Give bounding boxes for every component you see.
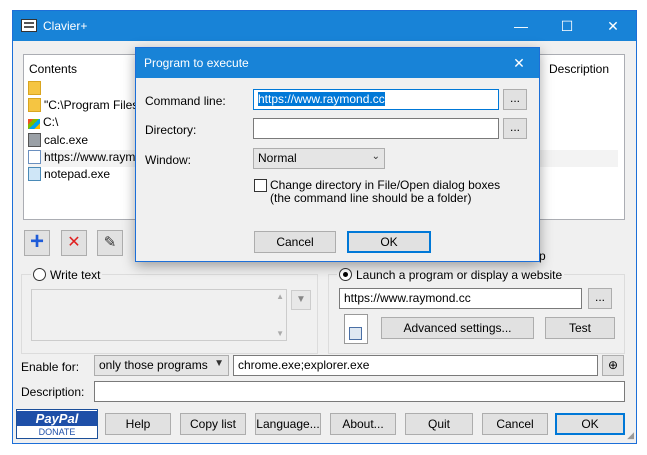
window-label: Window:: [145, 153, 192, 167]
change-directory-checkbox[interactable]: [254, 179, 267, 192]
paypal-donate-button[interactable]: PayPal DONATE: [16, 409, 98, 439]
column-header-contents[interactable]: Contents: [29, 62, 77, 76]
resize-grip-icon[interactable]: ◢: [627, 430, 634, 441]
scroll-down-icon: ▼: [276, 329, 284, 338]
column-header-description[interactable]: Description: [549, 62, 609, 76]
add-shortcut-button[interactable]: +: [24, 230, 50, 256]
change-directory-hint: (the command line should be a folder): [270, 191, 472, 205]
list-item[interactable]: C:\: [28, 115, 58, 132]
command-line-value: https://www.raymond.cc: [258, 92, 385, 106]
change-directory-label: Change directory in File/Open dialog box…: [270, 178, 501, 192]
launch-browse-button[interactable]: ...: [588, 288, 612, 309]
write-text-field: ▲ ▼: [31, 289, 287, 341]
donate-label: DONATE: [38, 427, 76, 437]
list-item[interactable]: calc.exe: [28, 133, 88, 150]
write-text-radio[interactable]: Write text: [31, 268, 103, 282]
ok-button[interactable]: OK: [555, 413, 625, 435]
quit-button[interactable]: Quit: [405, 413, 473, 435]
calculator-icon: [28, 133, 41, 147]
edit-shortcut-button[interactable]: ✎: [97, 230, 123, 256]
directory-input[interactable]: [253, 118, 499, 139]
list-item[interactable]: "C:\Program Files": [28, 98, 143, 115]
program-dialog: Program to execute ✕ Command line: https…: [135, 47, 540, 262]
window-mode-select[interactable]: Normal ⌄: [253, 148, 385, 169]
chevron-down-icon: ⌄: [371, 151, 380, 162]
language-button[interactable]: Language...: [255, 413, 321, 435]
dialog-title: Program to execute: [144, 56, 249, 70]
document-icon: [28, 150, 41, 164]
list-item[interactable]: [28, 81, 44, 98]
keyboard-icon: [21, 19, 37, 32]
crosshair-icon: ⊕: [607, 358, 619, 372]
delete-shortcut-button[interactable]: ✕: [61, 230, 87, 256]
close-button[interactable]: ✕: [590, 11, 636, 41]
truncated-label: p: [539, 249, 546, 263]
dialog-close-button[interactable]: ✕: [499, 48, 539, 78]
target-picker-button[interactable]: ⊕: [602, 355, 624, 376]
directory-label: Directory:: [145, 123, 197, 137]
cancel-button[interactable]: Cancel: [482, 413, 548, 435]
radio-on-icon: [339, 268, 352, 281]
scroll-up-icon: ▲: [276, 292, 284, 301]
paypal-logo: PayPal: [17, 411, 97, 426]
directory-browse-button[interactable]: ...: [503, 118, 527, 139]
program-shortcut-icon: [344, 314, 368, 344]
launch-group: [328, 274, 625, 354]
dialog-ok-button[interactable]: OK: [347, 231, 431, 253]
radio-off-icon: [33, 268, 46, 281]
description-label: Description:: [21, 385, 85, 399]
enable-for-programs-input[interactable]: chrome.exe;explorer.exe: [233, 355, 598, 376]
enable-for-mode-select[interactable]: only those programs ▼: [94, 355, 229, 376]
enable-for-label: Enable for:: [21, 360, 80, 374]
folder-icon: [28, 98, 41, 112]
main-titlebar[interactable]: Clavier+ — ☐ ✕: [13, 11, 636, 41]
dialog-cancel-button[interactable]: Cancel: [254, 231, 336, 253]
write-text-menu-button: ▼: [291, 290, 311, 310]
test-button[interactable]: Test: [545, 317, 615, 339]
copy-list-button[interactable]: Copy list: [180, 413, 246, 435]
command-line-label: Command line:: [145, 94, 226, 108]
command-line-input[interactable]: https://www.raymond.cc: [253, 89, 499, 110]
window-title: Clavier+: [43, 19, 88, 33]
list-item[interactable]: notepad.exe: [28, 167, 110, 184]
chevron-down-icon: ▼: [214, 358, 224, 369]
description-input[interactable]: [94, 381, 625, 402]
maximize-button[interactable]: ☐: [544, 11, 590, 41]
folder-icon: [28, 81, 41, 95]
minimize-button[interactable]: —: [498, 11, 544, 41]
help-button[interactable]: Help: [105, 413, 171, 435]
launch-radio[interactable]: Launch a program or display a website: [337, 268, 565, 282]
drive-icon: [28, 119, 40, 129]
advanced-settings-button[interactable]: Advanced settings...: [381, 317, 534, 339]
launch-command-input[interactable]: https://www.raymond.cc: [339, 288, 582, 309]
command-browse-button[interactable]: ...: [503, 89, 527, 110]
dialog-titlebar[interactable]: Program to execute ✕: [136, 48, 539, 78]
about-button[interactable]: About...: [330, 413, 396, 435]
notepad-icon: [28, 167, 41, 181]
